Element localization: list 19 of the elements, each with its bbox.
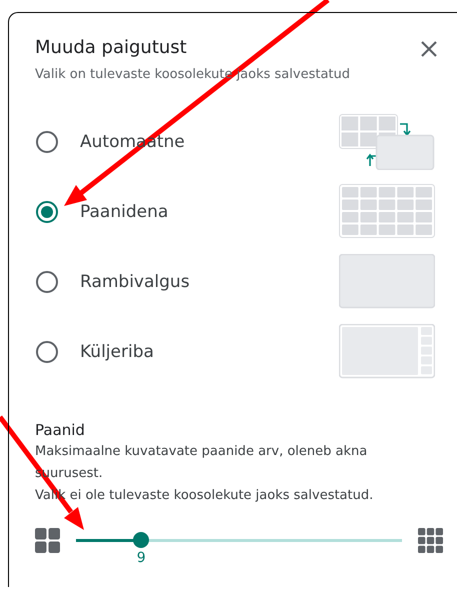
slider-thumb[interactable] <box>133 532 150 548</box>
slider-value: 9 <box>136 550 146 566</box>
tile-count-slider[interactable] <box>76 532 402 548</box>
auto-layout-icon <box>339 114 435 170</box>
option-label[interactable]: Küljeriba <box>80 342 339 362</box>
radio-button[interactable] <box>36 130 58 152</box>
option-label[interactable]: Paanidena <box>80 202 339 222</box>
option-label[interactable]: Rambivalgus <box>80 272 339 292</box>
section-heading: Paanid <box>35 421 86 439</box>
radio-button[interactable] <box>36 340 58 362</box>
close-icon[interactable] <box>419 39 439 59</box>
radio-button[interactable] <box>36 200 58 222</box>
spotlight-layout-icon <box>339 254 435 310</box>
few-tiles-icon <box>35 528 60 552</box>
many-tiles-icon <box>418 528 443 552</box>
sidebar-layout-icon <box>339 324 435 380</box>
tiled-layout-icon <box>339 184 435 240</box>
radio-button[interactable] <box>36 270 58 292</box>
dialog-title: Muuda paigutust <box>35 36 188 60</box>
